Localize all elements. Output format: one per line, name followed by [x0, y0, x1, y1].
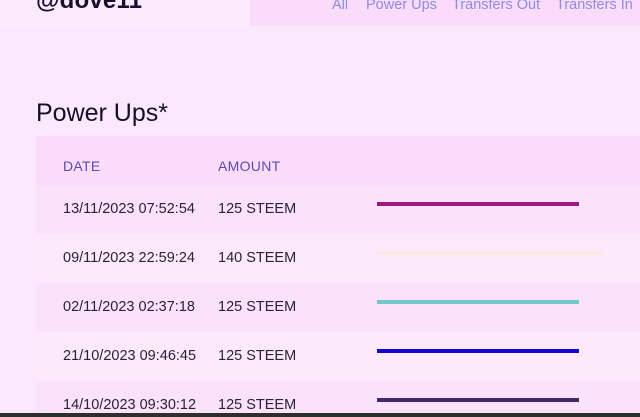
row-amount: 125 STEEM — [218, 397, 297, 413]
tab-all[interactable]: All — [332, 0, 348, 14]
row-amount: 125 STEEM — [218, 201, 297, 217]
amount-bar — [377, 349, 579, 353]
page-title: Power Ups* — [36, 99, 168, 127]
amount-bar — [377, 300, 579, 304]
row-date: 13/11/2023 07:52:54 — [63, 201, 195, 217]
row-amount: 125 STEEM — [218, 348, 297, 364]
tab-power-ups[interactable]: Power Ups — [366, 0, 437, 14]
amount-bar — [377, 251, 603, 255]
table-row: 13/11/2023 07:52:54 125 STEEM — [36, 185, 640, 234]
username-heading: @dove11 — [36, 0, 143, 14]
amount-bar — [377, 202, 579, 206]
table-row: 21/10/2023 09:46:45 125 STEEM — [36, 332, 640, 381]
row-amount: 140 STEEM — [218, 250, 297, 266]
header-brand-area: @dove11 — [0, 0, 250, 26]
amount-bar — [377, 398, 579, 402]
table-header-row: DATE AMOUNT — [36, 136, 640, 185]
power-ups-table: DATE AMOUNT 13/11/2023 07:52:54 125 STEE… — [36, 136, 640, 417]
bottom-divider — [0, 413, 640, 417]
tab-transfers-in[interactable]: Transfers In — [556, 0, 633, 14]
row-amount: 125 STEEM — [218, 299, 297, 315]
tab-transfers-out[interactable]: Transfers Out — [452, 0, 540, 14]
table-row: 02/11/2023 02:37:18 125 STEEM — [36, 283, 640, 332]
filter-nav: All Power Ups Transfers Out Transfers In — [250, 0, 640, 26]
table-row: 09/11/2023 22:59:24 140 STEEM — [36, 234, 640, 283]
column-header-date: DATE — [63, 158, 101, 174]
table-row: 14/10/2023 09:30:12 125 STEEM — [36, 381, 640, 417]
row-date: 14/10/2023 09:30:12 — [63, 397, 197, 413]
row-date: 09/11/2023 22:59:24 — [63, 250, 195, 266]
row-date: 21/10/2023 09:46:45 — [63, 348, 197, 364]
row-date: 02/11/2023 02:37:18 — [63, 299, 195, 315]
column-header-amount: AMOUNT — [218, 158, 281, 174]
